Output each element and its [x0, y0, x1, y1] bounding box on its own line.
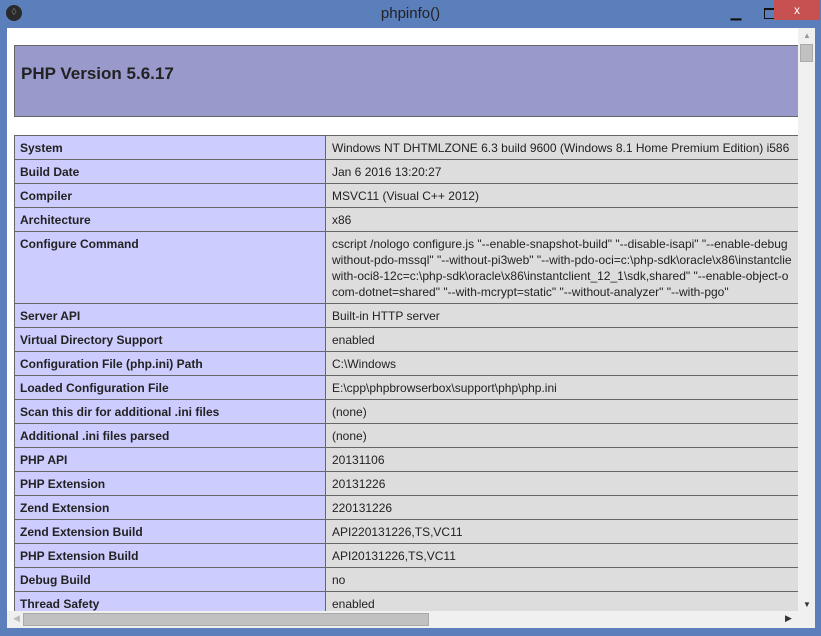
row-value-line: no	[332, 573, 346, 587]
table-row: Zend Extension 220131226	[14, 495, 798, 520]
table-row: Zend Extension Build API220131226,TS,VC11	[14, 519, 798, 544]
row-value-line: C:\Windows	[332, 357, 397, 371]
row-value: enabled	[325, 591, 798, 611]
row-value-line: (none)	[332, 405, 367, 419]
page-title: PHP Version 5.6.17	[21, 64, 174, 83]
row-key: Configuration File (php.ini) Path	[14, 351, 326, 376]
scrollbar-corner	[798, 611, 815, 628]
table-row: PHP API 20131106	[14, 447, 798, 472]
row-value: C:\Windows	[325, 351, 798, 376]
row-key: Architecture	[14, 207, 326, 232]
row-value: 220131226	[325, 495, 798, 520]
horizontal-scroll-thumb[interactable]	[23, 613, 429, 626]
row-value-line: 20131226	[332, 477, 386, 491]
row-key: PHP API	[14, 447, 326, 472]
row-value: 20131106	[325, 447, 798, 472]
table-row: Loaded Configuration File E:\cpp\phpbrows…	[14, 375, 798, 400]
window-title: phpinfo()	[380, 5, 441, 22]
table-row: Configuration File (php.ini) Path C:\Wind…	[14, 351, 798, 376]
row-value: Built-in HTTP server	[325, 303, 798, 328]
row-value-line: E:\cpp\phpbrowserbox\support\php\php.ini	[332, 381, 557, 395]
table-row: PHP Extension 20131226	[14, 471, 798, 496]
table-row: Compiler MSVC11 (Visual C++ 2012)	[14, 183, 798, 208]
row-value: enabled	[325, 327, 798, 352]
row-key: Zend Extension	[14, 495, 326, 520]
table-row: Build Date Jan 6 2016 13:20:27	[14, 159, 798, 184]
row-value-line: x86	[332, 213, 352, 227]
row-value-line: MSVC11 (Visual C++ 2012)	[332, 189, 479, 203]
row-value-line: with-oci8-12c=c:\php-sdk\oracle\x86\inst…	[332, 269, 789, 283]
row-key: System	[14, 135, 326, 160]
row-value: API220131226,TS,VC11	[325, 519, 798, 544]
row-key: Virtual Directory Support	[14, 327, 326, 352]
row-value: (none)	[325, 423, 798, 448]
row-value-line: enabled	[332, 333, 375, 347]
scroll-down-icon[interactable]: ▼	[803, 600, 811, 609]
vertical-scroll-thumb[interactable]	[800, 44, 813, 62]
row-key: Server API	[14, 303, 326, 328]
row-value-line: Jan 6 2016 13:20:27	[332, 165, 442, 179]
row-value: cscript /nologo configure.js "--enable-s…	[325, 231, 798, 304]
row-value-line: enabled	[332, 597, 375, 611]
row-value: Windows NT DHTMLZONE 6.3 build 9600 (Win…	[325, 135, 798, 160]
row-key: Debug Build	[14, 567, 326, 592]
row-value-line: com-dotnet=shared" "--with-mcrypt=static…	[332, 285, 729, 299]
row-value-line: cscript /nologo configure.js "--enable-s…	[332, 237, 788, 251]
row-value: no	[325, 567, 798, 592]
row-value-line: without-pdo-mssql" "--without-pi3web" "-…	[332, 253, 792, 267]
table-row: Thread Safety enabled	[14, 591, 798, 611]
row-key: Compiler	[14, 183, 326, 208]
minimize-button[interactable]: ▁	[722, 4, 750, 24]
row-value-line: (none)	[332, 429, 367, 443]
table-row: Scan this dir for additional .ini files (…	[14, 399, 798, 424]
php-version-header: PHP Version 5.6.17	[14, 45, 798, 117]
row-value-line: Windows NT DHTMLZONE 6.3 build 9600 (Win…	[332, 141, 790, 155]
row-key: Configure Command	[14, 231, 326, 304]
table-row: Architecture x86	[14, 207, 798, 232]
row-value: 20131226	[325, 471, 798, 496]
table-row: Configure Command cscript /nologo configu…	[14, 231, 798, 304]
page-viewport: PHP Version 5.6.17 System Windows NT DHTM…	[7, 28, 798, 611]
table-row: System Windows NT DHTMLZONE 6.3 build 960…	[14, 135, 798, 160]
title-bar: ◊ phpinfo() ▁ x	[0, 0, 821, 28]
table-row: Additional .ini files parsed (none)	[14, 423, 798, 448]
row-value: x86	[325, 207, 798, 232]
scroll-up-icon[interactable]: ▲	[803, 31, 811, 40]
row-value: (none)	[325, 399, 798, 424]
row-key: Loaded Configuration File	[14, 375, 326, 400]
table-row: Virtual Directory Support enabled	[14, 327, 798, 352]
row-value: MSVC11 (Visual C++ 2012)	[325, 183, 798, 208]
row-key: Additional .ini files parsed	[14, 423, 326, 448]
browser-content: PHP Version 5.6.17 System Windows NT DHTM…	[7, 28, 815, 628]
row-value-line: API220131226,TS,VC11	[332, 525, 463, 539]
row-key: PHP Extension Build	[14, 543, 326, 568]
row-key: Zend Extension Build	[14, 519, 326, 544]
vertical-scrollbar[interactable]: ▲ ▼	[798, 28, 815, 611]
row-key: Build Date	[14, 159, 326, 184]
row-value: E:\cpp\phpbrowserbox\support\php\php.ini	[325, 375, 798, 400]
close-button[interactable]: x	[774, 0, 820, 20]
table-row: Debug Build no	[14, 567, 798, 592]
row-value-line: Built-in HTTP server	[332, 309, 440, 323]
row-key: Scan this dir for additional .ini files	[14, 399, 326, 424]
info-table: System Windows NT DHTMLZONE 6.3 build 960…	[14, 135, 798, 611]
scroll-right-icon[interactable]: ▶	[785, 613, 792, 624]
row-value: Jan 6 2016 13:20:27	[325, 159, 798, 184]
maximize-icon	[763, 8, 775, 19]
table-row: PHP Extension Build API20131226,TS,VC11	[14, 543, 798, 568]
table-row: Server API Built-in HTTP server	[14, 303, 798, 328]
row-key: Thread Safety	[14, 591, 326, 611]
horizontal-scrollbar[interactable]: ◀ ▶	[7, 611, 798, 628]
row-value-line: 220131226	[332, 501, 393, 515]
row-key: PHP Extension	[14, 471, 326, 496]
row-value: API20131226,TS,VC11	[325, 543, 798, 568]
scroll-left-icon[interactable]: ◀	[13, 613, 20, 624]
row-value-line: 20131106	[332, 453, 385, 467]
row-value-line: API20131226,TS,VC11	[332, 549, 456, 563]
